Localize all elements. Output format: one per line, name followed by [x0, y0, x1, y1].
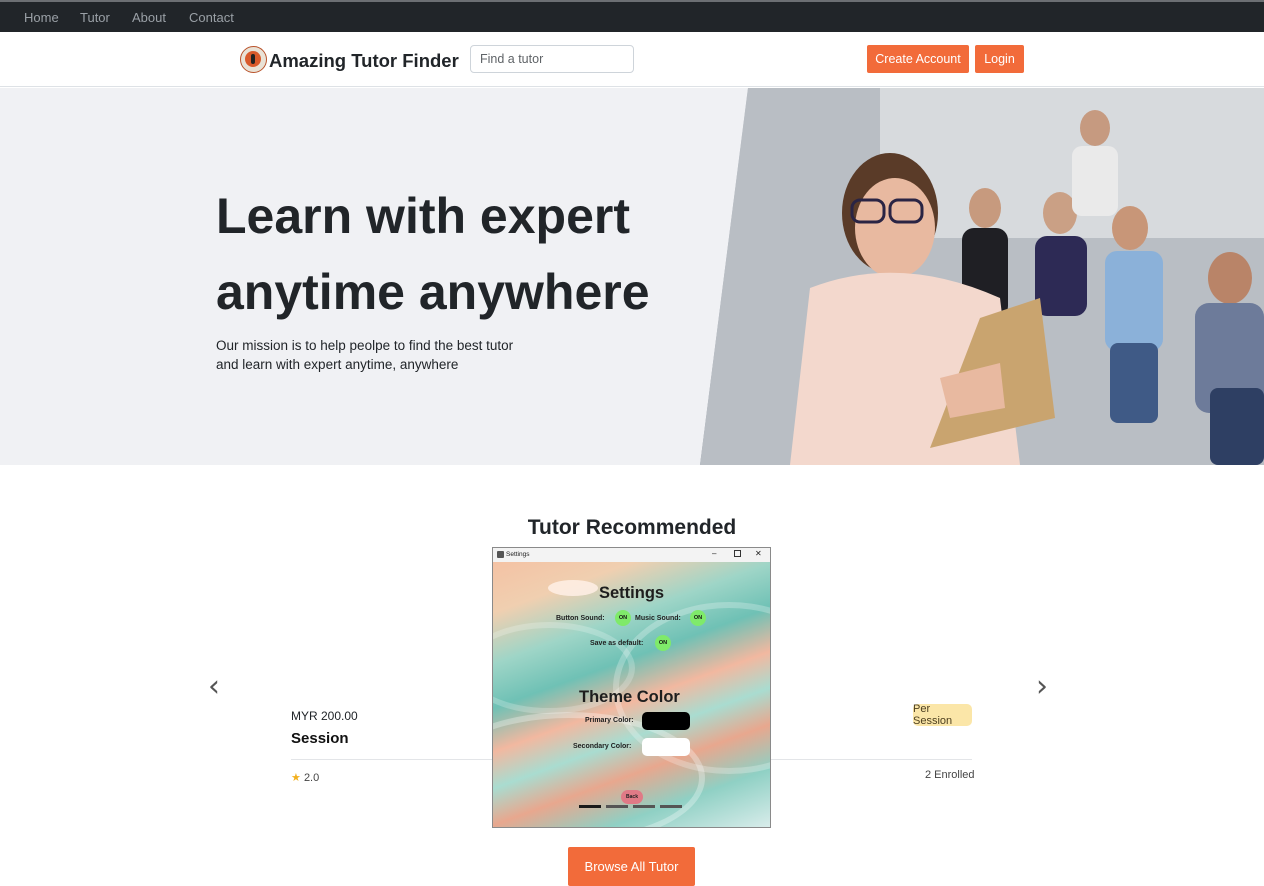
hero-image — [700, 88, 1264, 465]
site-header: Amazing Tutor Finder Create Account Logi… — [0, 32, 1264, 87]
nav-about[interactable]: About — [132, 10, 166, 25]
settings-window: Settings – ✕ Settings Button Sound: ON M… — [492, 547, 771, 828]
close-icon[interactable]: ✕ — [755, 549, 762, 558]
secondary-color-swatch[interactable] — [642, 738, 690, 756]
chevron-right-icon[interactable]: › — [1036, 672, 1048, 702]
hero-subtitle-line1: Our mission is to help peolpe to find th… — [216, 338, 514, 353]
top-navbar: Home Tutor About Contact — [0, 0, 1264, 32]
minimize-icon[interactable]: – — [712, 549, 716, 558]
tutor-card-price: MYR 200.00 — [291, 709, 358, 723]
app-icon — [497, 551, 504, 558]
per-session-badge: Per Session — [913, 703, 972, 727]
nav-contact[interactable]: Contact — [189, 10, 234, 25]
save-default-label: Save as default: — [590, 640, 644, 647]
tutor-card-rating: ★ 2.0 — [291, 771, 319, 784]
primary-color-label: Primary Color: — [585, 717, 634, 724]
page-indicator-2 — [606, 805, 628, 808]
settings-content: Settings Button Sound: ON Music Sound: O… — [493, 562, 770, 827]
primary-color-swatch[interactable] — [642, 712, 690, 730]
maximize-icon[interactable] — [734, 550, 741, 557]
nav-tutor[interactable]: Tutor — [80, 10, 110, 25]
hero-title-line1: Learn with expert — [216, 188, 630, 244]
hero-title: Learn with expert anytime anywhere — [216, 178, 650, 330]
hero-title-line2: anytime anywhere — [216, 264, 650, 320]
section-title: Tutor Recommended — [527, 516, 737, 539]
nav-home[interactable]: Home — [24, 10, 59, 25]
page-indicator-1 — [579, 805, 601, 808]
star-icon: ★ — [291, 772, 301, 784]
create-account-button[interactable]: Create Account — [867, 45, 969, 73]
window-title: Settings — [506, 551, 530, 558]
button-sound-label: Button Sound: — [556, 615, 605, 622]
logo-icon[interactable] — [240, 46, 267, 73]
login-button[interactable]: Login — [975, 45, 1024, 73]
music-sound-toggle[interactable]: ON — [690, 610, 706, 626]
back-button[interactable]: Back — [621, 790, 643, 804]
settings-heading: Settings — [599, 584, 665, 602]
window-titlebar[interactable]: Settings – ✕ — [493, 548, 770, 562]
rating-value: 2.0 — [303, 772, 320, 784]
page-indicator-4 — [660, 805, 682, 808]
theme-color-heading: Theme Color — [579, 688, 680, 706]
search-input[interactable] — [470, 45, 634, 73]
secondary-color-label: Secondary Color: — [573, 743, 632, 750]
chevron-left-icon[interactable]: ‹ — [208, 672, 220, 702]
music-sound-label: Music Sound: — [635, 615, 681, 622]
browse-all-tutor-button[interactable]: Browse All Tutor — [568, 847, 695, 886]
tutor-card-title[interactable]: Session — [291, 730, 349, 747]
classroom-photo — [700, 88, 1264, 465]
brand-name[interactable]: Amazing Tutor Finder — [269, 50, 459, 72]
hero-subtitle-line2: and learn with expert anytime, anywhere — [216, 357, 459, 372]
button-sound-toggle[interactable]: ON — [615, 610, 631, 626]
save-default-toggle[interactable]: ON — [655, 635, 671, 651]
hero-subtitle: Our mission is to help peolpe to find th… — [216, 336, 513, 374]
tutor-card-enrolled: 2 Enrolled — [925, 769, 975, 781]
page-indicator-3 — [633, 805, 655, 808]
